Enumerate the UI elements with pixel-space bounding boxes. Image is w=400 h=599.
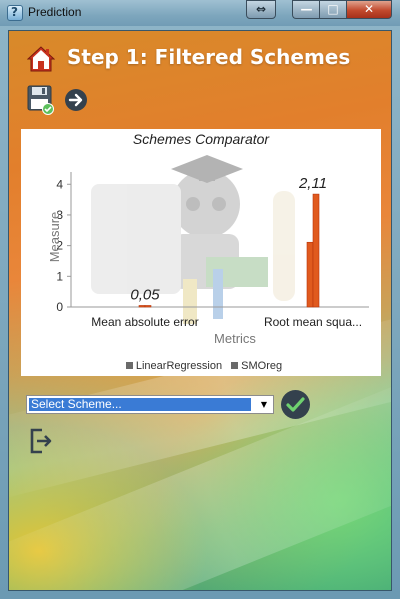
data-label: 0,05 (130, 286, 160, 303)
bar-linearregression (306, 241, 314, 308)
title-bar[interactable]: Prediction ⇔ — □ ✕ (0, 0, 400, 26)
save-button[interactable] (27, 85, 55, 115)
close-button[interactable]: ✕ (346, 0, 392, 19)
window-title: Prediction (28, 5, 82, 19)
page-title: Step 1: Filtered Schemes (67, 45, 351, 69)
y-tick-label: 1 (56, 269, 63, 283)
x-tick-label: Root mean squa... (264, 315, 362, 329)
scheme-select[interactable]: Select Scheme... ▼ (26, 395, 274, 414)
checkmark-icon (281, 390, 310, 419)
x-axis-title: Metrics (214, 331, 256, 346)
resize-button[interactable]: ⇔ (246, 0, 276, 19)
content-panel: Step 1: Filtered Schemes 0 1 2 3 4 Measu… (8, 30, 392, 591)
prediction-window: Prediction ⇔ — □ ✕ Step 1: Filtered Sche… (0, 0, 400, 599)
minimize-button[interactable]: — (292, 0, 320, 19)
maximize-button[interactable]: □ (319, 0, 347, 19)
chart-title: Schemes Comparator (132, 131, 270, 147)
exit-icon (30, 428, 52, 454)
exit-button[interactable] (29, 428, 53, 454)
next-button[interactable] (64, 88, 88, 112)
legend-swatch-smoreg (231, 362, 239, 369)
x-tick-label: Mean absolute error (91, 315, 198, 329)
legend-label-linearregression: LinearRegression (135, 360, 223, 372)
save-icon (27, 85, 54, 115)
home-icon (26, 46, 56, 72)
confirm-scheme-button[interactable] (280, 389, 311, 420)
legend-swatch-linearregression (125, 362, 133, 369)
chart-plot: 01234MeasureMetricsMean absolute error0,… (47, 155, 369, 346)
y-axis-title: Measure (47, 212, 62, 263)
chart-background-illustration (91, 155, 295, 324)
bar-smoreg (144, 305, 152, 308)
bar-smoreg (312, 193, 320, 308)
scheme-select-value: Select Scheme... (28, 397, 252, 412)
chart-legend: LinearRegression SMOreg (21, 360, 381, 372)
chevron-down-icon[interactable]: ▼ (255, 396, 273, 413)
arrow-right-icon (65, 89, 87, 111)
app-icon (7, 5, 23, 21)
data-label: 2,11 (298, 175, 327, 192)
y-tick-label: 0 (56, 300, 63, 314)
y-tick-label: 4 (56, 177, 63, 191)
legend-label-smoreg: SMOreg (241, 360, 283, 372)
home-button[interactable] (26, 45, 56, 73)
schemes-chart: 0 1 2 3 4 Measure Metrics Mean absolute error 0,… (21, 129, 381, 376)
bar-linearregression (138, 305, 146, 308)
